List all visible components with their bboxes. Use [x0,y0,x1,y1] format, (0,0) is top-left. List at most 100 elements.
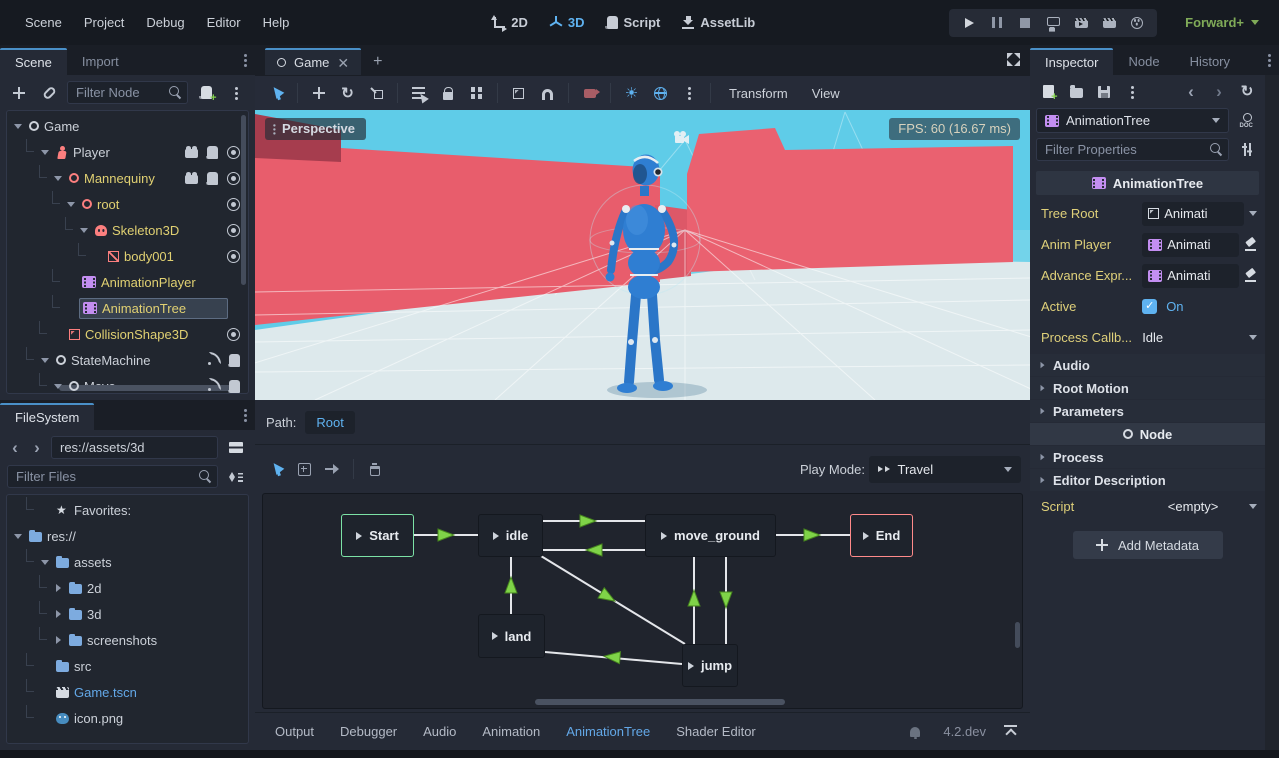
chevron-down-icon[interactable] [40,557,51,568]
pause-icon[interactable] [985,12,1009,34]
connect-node-tool-icon[interactable] [320,458,344,481]
visibility-icon[interactable] [227,198,240,211]
bottom-tab-output[interactable]: Output [263,718,326,745]
filesystem-item-screenshots[interactable]: screenshots [7,627,248,653]
workspace-assetlib[interactable]: AssetLib [682,15,755,30]
add-metadata-button[interactable]: Add Metadata [1073,531,1223,559]
graph-node-land[interactable]: land [478,614,545,658]
filesystem-path-input[interactable] [51,436,218,459]
group-editor-description[interactable]: Editor Description [1030,469,1265,491]
workspace-2d[interactable]: 2D [494,15,528,30]
play-mode-dropdown[interactable]: Travel [869,456,1021,483]
group-root-motion[interactable]: Root Motion [1030,377,1265,399]
sun-environ-menu-icon[interactable] [676,81,703,106]
tab-import[interactable]: Import [67,48,134,75]
property-script[interactable]: Script<empty> [1030,491,1265,522]
file-sort-button[interactable] [224,465,248,488]
tab-menu-icon[interactable] [243,53,247,67]
load-resource-icon[interactable] [1064,80,1088,103]
graph-node-idle[interactable]: idle [478,514,543,557]
transition-arrow-icon[interactable] [804,529,820,541]
chevron-down-icon[interactable] [1249,335,1257,340]
scene-tree-item-statemachine[interactable]: StateMachine [7,347,248,373]
visibility-icon[interactable] [227,146,240,159]
expand-bottom-panel-icon[interactable] [998,720,1022,743]
chevron-down-icon[interactable] [40,355,51,366]
visibility-icon[interactable] [227,250,240,263]
filesystem-item-3d[interactable]: 3d [7,601,248,627]
graph-node-jump[interactable]: jump [682,644,738,687]
history-forward-icon[interactable]: › [1207,80,1231,103]
scene-tree-item-skeleton3d[interactable]: Skeleton3D [7,217,248,243]
rotate-tool-icon[interactable]: ↻ [334,81,361,106]
object-history-icon[interactable]: ↻ [1235,80,1259,103]
new-scene-tab-button[interactable]: + [373,53,382,75]
group-process[interactable]: Process [1030,446,1265,468]
add-node-button[interactable] [7,81,31,104]
resource-menu-icon[interactable] [1120,80,1144,103]
chevron-down-icon[interactable] [13,531,24,542]
tab-history[interactable]: History [1175,48,1245,75]
menu-help[interactable]: Help [252,10,301,35]
list-select-icon[interactable] [405,81,432,106]
filter-files-input[interactable] [7,465,218,488]
scene-tree-item-body001[interactable]: body001 [7,243,248,269]
signal-icon[interactable] [207,354,220,366]
filter-properties-input[interactable] [1036,138,1229,161]
scene-tree-item-root[interactable]: root [7,191,248,217]
tab-menu-icon[interactable] [243,408,247,422]
instance-scene-button[interactable] [37,81,61,104]
tab-inspector[interactable]: Inspector [1030,48,1113,75]
movie-camera-icon[interactable] [185,149,198,158]
script-icon[interactable] [229,354,240,367]
lock-selected-icon[interactable] [434,81,461,106]
graph-node-end[interactable]: End [850,514,913,557]
menu-editor[interactable]: Editor [196,10,252,35]
graph-node-start[interactable]: Start [341,514,414,557]
scene-tree-item-player[interactable]: Player [7,139,248,165]
remote-debug-icon[interactable] [1041,12,1065,34]
tab-game-scene[interactable]: Game ✕ [265,48,361,75]
scene-tree-menu-button[interactable] [224,81,248,104]
visibility-icon[interactable] [227,224,240,237]
scene-tree-item-collisionshape3d[interactable]: CollisionShape3D [7,321,248,347]
scene-tree-vscrollbar[interactable] [241,115,246,285]
preview-camera-icon[interactable] [576,81,603,106]
visibility-icon[interactable] [227,328,240,341]
script-icon[interactable] [229,380,240,393]
signal-icon[interactable] [207,380,220,392]
scale-tool-icon[interactable] [363,81,390,106]
group-audio[interactable]: Audio [1030,354,1265,376]
chevron-down-icon[interactable] [66,199,77,210]
select-tool-icon[interactable] [263,81,290,106]
select-node-tool-icon[interactable] [264,458,288,481]
clear-icon[interactable] [1244,238,1257,251]
group-selected-icon[interactable] [463,81,490,106]
transform-menu[interactable]: Transform [718,82,799,105]
menu-debug[interactable]: Debug [135,10,195,35]
chevron-down-icon[interactable] [53,381,64,392]
bottom-tab-debugger[interactable]: Debugger [328,718,409,745]
play-icon[interactable] [957,12,981,34]
create-node-tool-icon[interactable] [292,458,316,481]
play-custom-scene-icon[interactable] [1097,12,1121,34]
property-tools-icon[interactable] [1235,138,1259,161]
group-parameters[interactable]: Parameters [1030,400,1265,422]
renderer-selector[interactable]: Forward+ [1185,15,1259,30]
visibility-icon[interactable] [227,172,240,185]
resource-picker[interactable]: Animati [1142,264,1239,288]
filesystem-item-game-tscn[interactable]: Game.tscn [7,679,248,705]
attach-script-button[interactable]: + [194,81,218,104]
nav-forward-icon[interactable]: › [29,436,45,459]
snap-mode-icon[interactable] [534,81,561,106]
chevron-right-icon[interactable] [53,609,64,620]
play-movie-icon[interactable] [1069,12,1093,34]
view-menu[interactable]: View [801,82,851,105]
workspace-3d[interactable]: 3D [550,15,585,30]
maximize-viewport-icon[interactable] [1007,53,1020,66]
ruler-mode-icon[interactable] [505,81,532,106]
checkbox-checked[interactable]: ✓ [1142,299,1157,314]
scene-tree-item-game[interactable]: Game [7,113,248,139]
split-mode-button[interactable] [224,436,248,459]
history-back-icon[interactable]: ‹ [1179,80,1203,103]
